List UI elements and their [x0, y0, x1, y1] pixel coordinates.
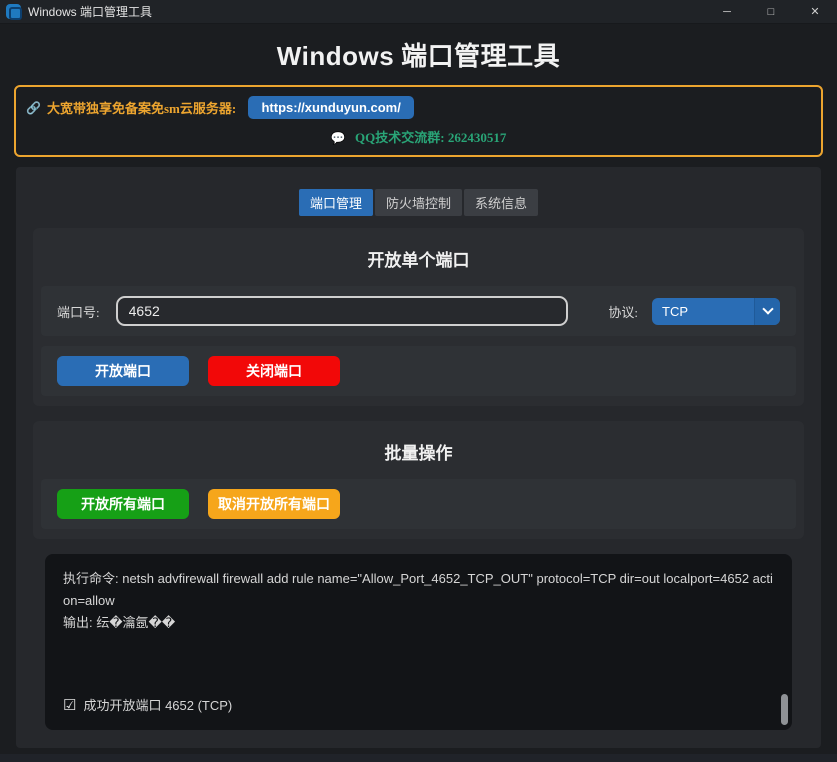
promo-banner: 🔗 大宽带独享免备案免sm云服务器: https://xunduyun.com/… — [14, 85, 823, 157]
batch-section: 批量操作 开放所有端口 取消开放所有端口 — [33, 421, 804, 539]
titlebar-title: Windows 端口管理工具 — [28, 3, 152, 20]
minimize-button[interactable]: ─ — [705, 0, 749, 23]
open-all-ports-button[interactable]: 开放所有端口 — [57, 489, 189, 519]
tab-port-management[interactable]: 端口管理 — [299, 189, 373, 216]
open-port-button[interactable]: 开放端口 — [57, 356, 189, 386]
qq-row: 💬 QQ技术交流群: 262430517 — [26, 127, 811, 147]
status-text: 成功开放端口 4652 (TCP) — [83, 695, 232, 714]
scrollbar-thumb[interactable] — [781, 694, 788, 725]
app-icon — [6, 4, 21, 19]
status-row: ☑ 成功开放端口 4652 (TCP) — [63, 695, 232, 714]
console-output-line: 输出: 纭�瀹氬�� — [63, 612, 774, 634]
link-icon: 🔗 — [26, 101, 41, 115]
page-title-zh: 端口管理工具 — [394, 42, 560, 71]
batch-buttons: 开放所有端口 取消开放所有端口 — [41, 479, 796, 529]
promo-text: 大宽带独享免备案免sm云服务器: — [47, 98, 236, 117]
port-field-row: 端口号: 协议: TCP — [41, 286, 796, 336]
main-panel: 端口管理 防火墙控制 系统信息 开放单个端口 端口号: 协议: TCP 开放端口… — [16, 167, 821, 748]
page-title: Windows 端口管理工具 — [0, 36, 837, 73]
single-port-heading: 开放单个端口 — [41, 228, 796, 286]
single-port-buttons: 开放端口 关闭端口 — [41, 346, 796, 396]
tab-firewall-control[interactable]: 防火墙控制 — [375, 189, 462, 216]
protocol-dropdown[interactable]: TCP — [652, 298, 780, 325]
batch-heading: 批量操作 — [41, 421, 796, 479]
titlebar: Windows 端口管理工具 ─ □ ✕ — [0, 0, 837, 24]
tab-system-info[interactable]: 系统信息 — [464, 189, 538, 216]
chevron-down-icon — [754, 298, 780, 325]
page-title-en: Windows — [277, 41, 394, 71]
checkbox-checked-icon: ☑ — [63, 696, 76, 714]
chat-bubble-icon: 💬 — [331, 131, 346, 145]
tab-bar: 端口管理 防火墙控制 系统信息 — [33, 189, 804, 216]
cancel-all-ports-button[interactable]: 取消开放所有端口 — [208, 489, 340, 519]
url-button[interactable]: https://xunduyun.com/ — [248, 96, 414, 119]
app-window: Windows 端口管理工具 ─ □ ✕ Windows 端口管理工具 🔗 大宽… — [0, 0, 837, 724]
promo-row: 🔗 大宽带独享免备案免sm云服务器: https://xunduyun.com/ — [26, 96, 811, 119]
close-port-button[interactable]: 关闭端口 — [208, 356, 340, 386]
qq-group-text: QQ技术交流群: 262430517 — [355, 130, 506, 145]
footer-strip — [0, 754, 837, 762]
close-button[interactable]: ✕ — [793, 0, 837, 23]
window-controls: ─ □ ✕ — [705, 0, 837, 23]
maximize-button[interactable]: □ — [749, 0, 793, 23]
console-output: 执行命令: netsh advfirewall firewall add rul… — [45, 554, 792, 730]
protocol-label: 协议: — [608, 302, 638, 321]
single-port-section: 开放单个端口 端口号: 协议: TCP 开放端口 关闭端口 — [33, 228, 804, 406]
console-command-line: 执行命令: netsh advfirewall firewall add rul… — [63, 568, 774, 612]
port-label: 端口号: — [57, 302, 100, 321]
protocol-value: TCP — [652, 304, 754, 319]
port-input[interactable] — [116, 296, 569, 326]
